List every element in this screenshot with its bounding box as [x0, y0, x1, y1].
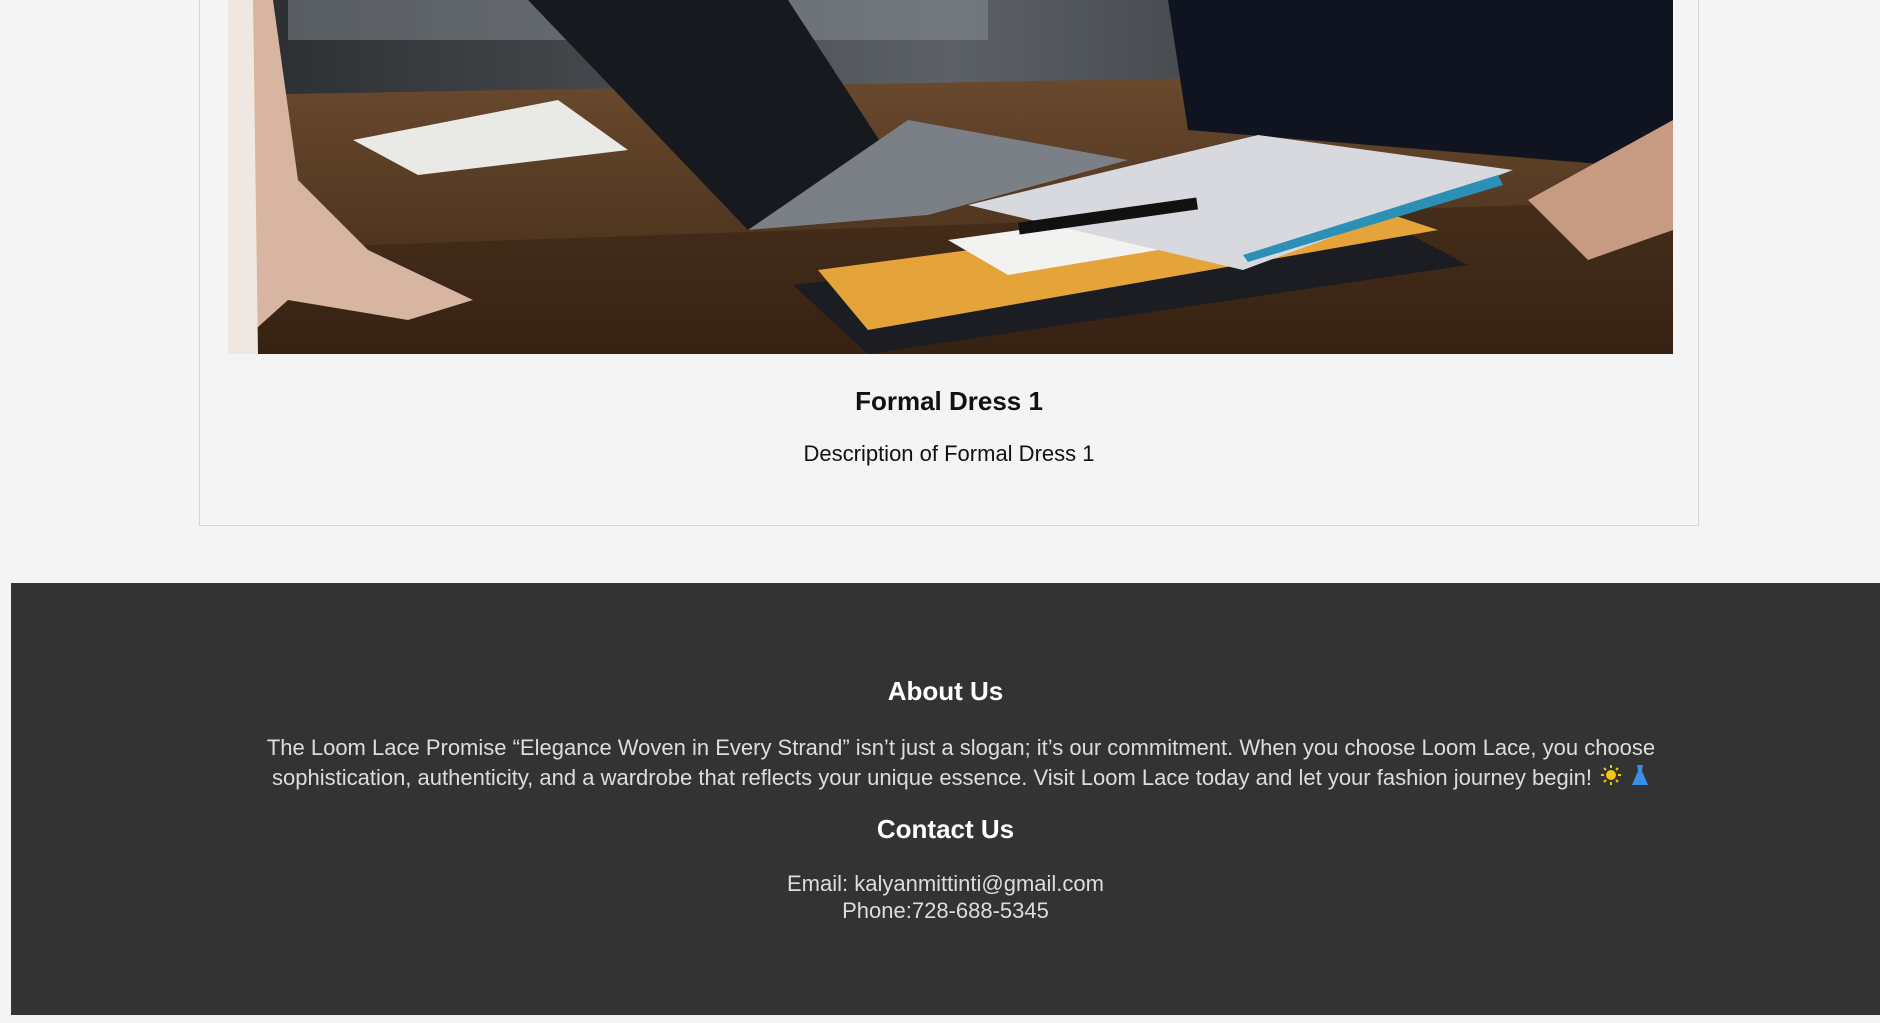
contact-us-heading: Contact Us — [876, 814, 1015, 844]
product-card[interactable]: Formal Dress 1 Description of Formal Dre… — [199, 0, 1699, 526]
contact-email: Email: kalyanmittinti@gmail.com — [787, 871, 1104, 896]
dress-icon — [1630, 764, 1650, 794]
page: Formal Dress 1 Description of Formal Dre… — [0, 0, 1880, 1023]
product-title: Formal Dress 1 — [855, 386, 1043, 416]
product-image — [228, 0, 1673, 354]
about-us-heading: About Us — [887, 676, 1004, 706]
contact-phone: Phone:728-688-5345 — [842, 898, 1049, 923]
about-us-body: The Loom Lace Promise “Elegance Woven in… — [266, 735, 1656, 790]
contact-info: Email: kalyanmittinti@gmail.com Phone:72… — [11, 870, 1880, 924]
product-description: Description of Formal Dress 1 — [803, 441, 1095, 466]
site-footer: About Us The Loom Lace Promise “Elegance… — [11, 583, 1880, 1015]
about-us-text: The Loom Lace Promise “Elegance Woven in… — [241, 733, 1681, 794]
sun-icon — [1600, 764, 1622, 794]
